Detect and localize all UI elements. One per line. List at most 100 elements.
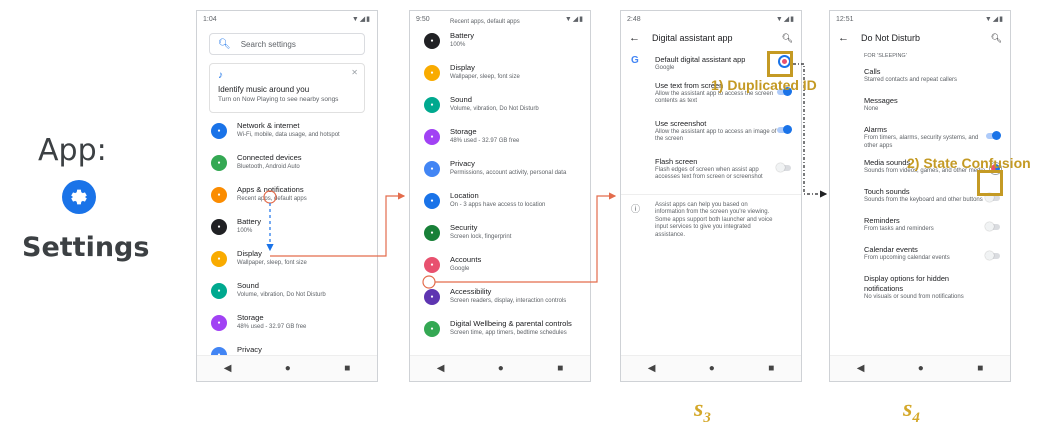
status-icons: ▼◢▮ — [564, 16, 584, 23]
toggle-switch[interactable] — [986, 131, 1001, 140]
wifi-icon: ● — [211, 123, 227, 139]
item-title: Display — [237, 249, 262, 258]
item-title: Privacy — [450, 159, 475, 168]
row-title: Use screenshot — [655, 118, 707, 128]
item-subtitle: Screen time, app timers, bedtime schedul… — [450, 330, 567, 336]
search-icon[interactable]: 🔍︎ — [991, 33, 1002, 44]
back-arrow-icon[interactable]: ← — [838, 32, 849, 44]
google-g-icon: G — [631, 55, 639, 66]
recents-nav-icon[interactable]: ■ — [977, 363, 983, 374]
settings-item-accounts[interactable]: ● Accounts Google — [410, 255, 590, 287]
assistant-options: Use text from screen Allow the assistant … — [621, 77, 801, 191]
item-title: Sound — [237, 281, 259, 290]
settings-item-digital-wellbeing-parental-controls[interactable]: ● Digital Wellbeing & parental controls Sc… — [410, 319, 590, 351]
dnd-row[interactable]: Calendar events From upcoming calendar ev… — [830, 241, 1010, 270]
search-icon: 🔍︎ — [218, 38, 231, 50]
row-subtitle: Sounds from the keyboard and other butto… — [864, 197, 983, 203]
sound-icon: ● — [211, 283, 227, 299]
settings-item-sound[interactable]: ● Sound Volume, vibration, Do Not Disturb — [410, 95, 590, 127]
item-subtitle: Google — [450, 266, 470, 272]
item-subtitle: 48% used - 32.97 GB free — [237, 324, 307, 330]
status-time: 9:50 — [416, 15, 430, 23]
item-title: Connected devices — [237, 153, 302, 162]
nav-bar: ◀ ● ■ — [410, 355, 590, 381]
settings-list: ● Battery 100% ● Display Wallpaper, sleep, fo… — [410, 31, 590, 351]
dnd-row[interactable]: Alarms From timers, alarms, security syst… — [830, 121, 1010, 154]
settings-item-battery[interactable]: ● Battery 100% — [410, 31, 590, 63]
nav-bar: ◀ ● ■ — [621, 355, 801, 381]
close-icon[interactable]: ✕ — [351, 68, 358, 77]
settings-item-display[interactable]: ● Display Wallpaper, sleep, font size — [410, 63, 590, 95]
item-subtitle: 100% — [450, 42, 466, 48]
toggle-switch[interactable] — [985, 222, 1000, 231]
item-title: Apps & notifications — [237, 185, 304, 194]
recents-nav-icon[interactable]: ■ — [344, 363, 350, 374]
row-title: Calendar events — [864, 245, 918, 254]
settings-item-connected-devices[interactable]: ● Connected devices Bluetooth, Android Aut… — [197, 153, 377, 185]
back-nav-icon[interactable]: ◀ — [224, 363, 232, 374]
row-title: Alarms — [864, 125, 887, 134]
search-icon[interactable]: 🔍︎ — [782, 33, 793, 44]
settings-item-network-internet[interactable]: ● Network & internet Wi-Fi, mobile, data u… — [197, 121, 377, 153]
home-nav-icon[interactable]: ● — [918, 363, 924, 374]
back-nav-icon[interactable]: ◀ — [437, 363, 445, 374]
app-name: Settings — [22, 232, 150, 263]
settings-item-storage[interactable]: ● Storage 48% used - 32.97 GB free — [410, 127, 590, 159]
battery-icon: ● — [211, 219, 227, 235]
dnd-row[interactable]: Reminders From tasks and reminders — [830, 212, 1010, 241]
row-subtitle: Google — [655, 65, 675, 71]
settings-item-security[interactable]: ● Security Screen lock, fingerprint — [410, 223, 590, 255]
settings-item-sound[interactable]: ● Sound Volume, vibration, Do Not Disturb — [197, 281, 377, 313]
nav-bar: ◀ ● ■ — [197, 355, 377, 381]
option-row[interactable]: Flash screen Flash edges of screen when a… — [621, 153, 801, 191]
settings-item-privacy[interactable]: ● Privacy Permissions, account activity, p… — [410, 159, 590, 191]
status-time: 1:04 — [203, 15, 217, 23]
item-subtitle: Wi-Fi, mobile, data usage, and hotspot — [237, 132, 340, 138]
lock-icon: ● — [424, 225, 440, 241]
toggle-switch[interactable] — [777, 124, 792, 134]
item-subtitle: Volume, vibration, Do Not Disturb — [237, 292, 326, 298]
item-title: Display — [450, 63, 475, 72]
settings-item-storage[interactable]: ● Storage 48% used - 32.97 GB free — [197, 313, 377, 345]
item-subtitle: On - 3 apps have access to location — [450, 202, 546, 208]
row-subtitle: No visuals or sound from notifications — [864, 294, 964, 300]
row-title: Touch sounds — [864, 187, 910, 196]
search-input[interactable]: 🔍︎ Search settings — [209, 33, 365, 55]
dnd-row[interactable]: Display options for hidden notifications… — [830, 270, 1010, 306]
dnd-row[interactable]: Calls Starred contacts and repeat callers — [830, 63, 1010, 92]
card-subtitle: Turn on Now Playing to see nearby songs — [218, 96, 339, 103]
location-icon: ● — [424, 193, 440, 209]
sound-icon: ● — [424, 97, 440, 113]
now-playing-card[interactable]: ♪ Identify music around you Turn on Now … — [209, 63, 365, 113]
phone-screen-2: 9:50 ▼◢▮ Recent apps, default apps ● Batte… — [409, 10, 591, 382]
accessibility-icon: ● — [424, 289, 440, 305]
row-title: Display options for hidden notifications — [864, 274, 950, 293]
dnd-row[interactable]: Messages None — [830, 92, 1010, 121]
status-icons: ▼◢▮ — [984, 16, 1004, 23]
toggle-switch[interactable] — [985, 251, 1000, 260]
back-nav-icon[interactable]: ◀ — [648, 363, 656, 374]
settings-item-battery[interactable]: ● Battery 100% — [197, 217, 377, 249]
toggle-switch[interactable] — [776, 162, 791, 172]
info-row: ⓘ Assist apps can help you based on info… — [621, 198, 801, 244]
recents-nav-icon[interactable]: ■ — [557, 363, 563, 374]
item-subtitle: Bluetooth, Android Auto — [237, 164, 300, 170]
settings-item-location[interactable]: ● Location On - 3 apps have access to loca… — [410, 191, 590, 223]
settings-item-accessibility[interactable]: ● Accessibility Screen readers, display, i… — [410, 287, 590, 319]
row-title: Messages — [864, 96, 898, 105]
item-title: Accounts — [450, 255, 482, 264]
row-subtitle: Starred contacts and repeat callers — [864, 77, 958, 83]
duplicated-id-highlight — [767, 51, 793, 77]
home-nav-icon[interactable]: ● — [709, 363, 715, 374]
settings-item-display[interactable]: ● Display Wallpaper, sleep, font size — [197, 249, 377, 281]
accounts-icon: ● — [424, 257, 440, 273]
settings-item-apps-notifications[interactable]: ● Apps & notifications Recent apps, defaul… — [197, 185, 377, 217]
home-nav-icon[interactable]: ● — [498, 363, 504, 374]
status-time: 2:48 — [627, 15, 641, 23]
option-row[interactable]: Use screenshot Allow the assistant app to… — [621, 115, 801, 153]
back-nav-icon[interactable]: ◀ — [857, 363, 865, 374]
partial-item: Recent apps, default apps — [450, 19, 520, 25]
home-nav-icon[interactable]: ● — [285, 363, 291, 374]
back-arrow-icon[interactable]: ← — [629, 32, 640, 44]
recents-nav-icon[interactable]: ■ — [768, 363, 774, 374]
